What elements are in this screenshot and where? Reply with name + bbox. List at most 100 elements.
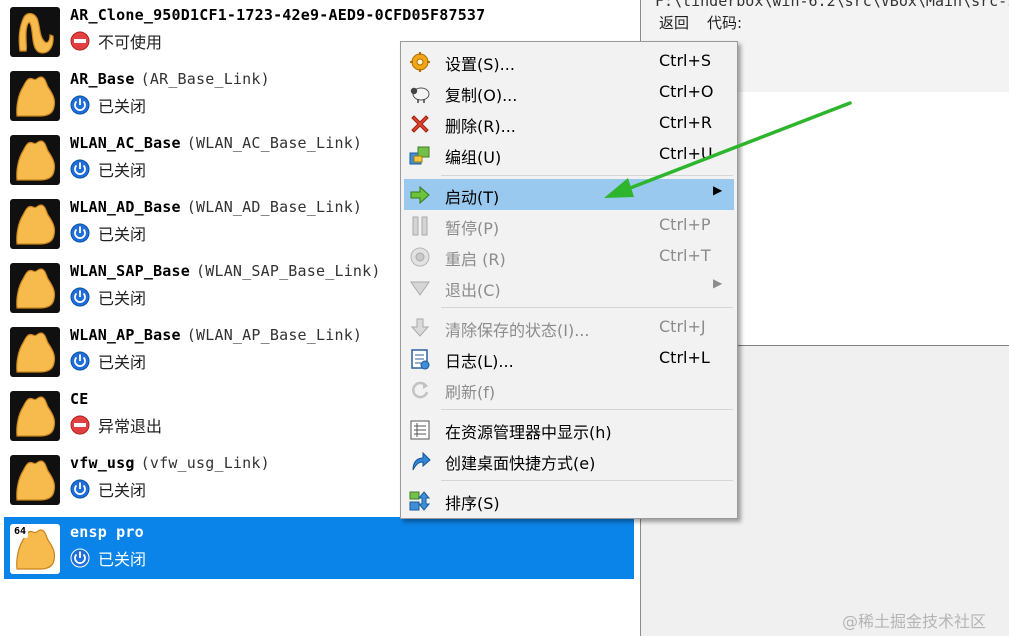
menu-item-label: 日志(L)... <box>445 352 514 371</box>
vm-status-text: 已关闭 <box>98 481 147 500</box>
vm-status-text: 已关闭 <box>98 97 147 116</box>
vm-name: WLAN_AP_Base <box>70 326 181 344</box>
group-icon <box>409 146 430 165</box>
menu-item-label: 清除保存的状态(I)... <box>445 321 590 340</box>
menu-item-shortcut: Ctrl+L <box>659 348 710 367</box>
error-details-row: 返回 代码: <box>659 12 760 33</box>
power-off-icon <box>70 223 90 243</box>
error-path-text: F:\tinderbox\win-6.2\src\VBox\Main\src-s <box>655 0 1009 10</box>
vm-status-text: 已关闭 <box>98 225 147 244</box>
vm-os-icon <box>10 135 60 185</box>
menu-item-label: 在资源管理器中显示(h) <box>445 423 612 442</box>
power-off-icon <box>70 287 90 307</box>
menu-item-start[interactable]: 启动(T) ▶ <box>404 179 734 210</box>
reset-icon <box>410 247 430 267</box>
vm-status-text: 不可使用 <box>98 33 163 52</box>
menu-separator <box>441 409 733 410</box>
menu-item-shortcut: Ctrl+O <box>659 82 714 101</box>
vm-link-name: (WLAN_AD_Base_Link) <box>186 198 363 216</box>
vm-name: CE <box>70 390 89 408</box>
vm-os-icon <box>10 391 60 441</box>
menu-item-settings[interactable]: 设置(S)... Ctrl+S <box>404 46 734 77</box>
code-label: 代码: <box>707 14 743 32</box>
menu-item-label: 排序(S) <box>445 494 500 513</box>
vm-link-name: (WLAN_AP_Base_Link) <box>186 326 363 344</box>
vm-link-name: (WLAN_SAP_Base_Link) <box>196 262 381 280</box>
menu-item-shortcut: Ctrl+R <box>659 113 712 132</box>
submenu-arrow-icon: ▶ <box>713 276 723 290</box>
vm-status-text: 已关闭 <box>98 550 147 569</box>
vm-status-text: 已关闭 <box>98 289 147 308</box>
vm-os-icon <box>10 7 60 57</box>
vm-list-item-selected[interactable]: 64 ensp pro 已关闭 <box>4 517 634 579</box>
menu-item-discard-state[interactable]: 清除保存的状态(I)... Ctrl+J <box>404 312 734 343</box>
vm-status-text: 异常退出 <box>98 417 163 436</box>
menu-item-sort[interactable]: 排序(S) <box>404 485 734 516</box>
vm-link-name: (vfw_usg_Link) <box>140 454 270 472</box>
menu-item-label: 设置(S)... <box>445 55 515 74</box>
menu-item-shortcut: Ctrl+S <box>659 51 712 70</box>
vm-os-icon <box>10 71 60 121</box>
menu-item-pause[interactable]: 暂停(P) Ctrl+P <box>404 210 734 241</box>
menu-item-shortcut: Ctrl+J <box>659 317 706 336</box>
log-icon <box>411 349 430 370</box>
watermark: @稀土掘金技术社区 <box>842 612 987 631</box>
sort-icon <box>409 491 431 511</box>
vm-name: WLAN_SAP_Base <box>70 262 190 280</box>
explorer-list-icon <box>410 420 430 440</box>
exit-down-icon <box>410 281 430 296</box>
vm-name: WLAN_AC_Base <box>70 134 181 152</box>
vm-name: ensp pro <box>70 523 144 541</box>
power-off-icon <box>70 159 90 179</box>
menu-separator <box>441 307 733 308</box>
menu-item-exit[interactable]: 退出(C) ▶ <box>404 272 734 303</box>
menu-item-label: 重启 (R) <box>445 250 506 269</box>
delete-x-icon <box>411 115 429 133</box>
menu-item-logs[interactable]: 日志(L)... Ctrl+L <box>404 343 734 374</box>
vm-os-icon: 64 <box>10 524 60 574</box>
settings-gear-icon <box>410 52 430 72</box>
menu-item-label: 退出(C) <box>445 281 501 300</box>
refresh-icon <box>412 381 429 399</box>
menu-item-show-in-explorer[interactable]: 在资源管理器中显示(h) <box>404 414 734 445</box>
power-off-icon <box>70 479 90 499</box>
menu-item-shortcut: Ctrl+T <box>659 246 711 265</box>
error-status-icon <box>70 31 90 51</box>
menu-item-label: 刷新(f) <box>445 383 496 402</box>
error-status-icon <box>70 415 90 435</box>
vm-os-icon <box>10 263 60 313</box>
context-menu: 设置(S)... Ctrl+S 复制(O)... Ctrl+O 删除(R)...… <box>400 41 738 519</box>
menu-item-label: 创建桌面快捷方式(e) <box>445 454 596 473</box>
menu-item-shortcut: Ctrl+U <box>659 144 713 163</box>
return-label: 返回 <box>659 14 690 32</box>
menu-item-create-shortcut[interactable]: 创建桌面快捷方式(e) <box>404 445 734 476</box>
vm-name: AR_Base <box>70 70 135 88</box>
vm-name: AR_Clone_950D1CF1-1723-42e9-AED9-0CFD05F… <box>70 6 486 24</box>
menu-item-clone[interactable]: 复制(O)... Ctrl+O <box>404 77 734 108</box>
pause-icon <box>412 216 428 236</box>
vm-os-icon <box>10 327 60 377</box>
power-off-icon <box>70 95 90 115</box>
vm-link-name: (AR_Base_Link) <box>140 70 270 88</box>
vm-status-text: 已关闭 <box>98 161 147 180</box>
menu-item-label: 删除(R)... <box>445 117 516 136</box>
vm-status-text: 已关闭 <box>98 353 147 372</box>
menu-item-label: 暂停(P) <box>445 219 500 238</box>
discard-state-icon <box>410 318 430 337</box>
menu-separator <box>441 480 733 481</box>
menu-item-group[interactable]: 编组(U) Ctrl+U <box>404 139 734 170</box>
menu-item-reset[interactable]: 重启 (R) Ctrl+T <box>404 241 734 272</box>
vm-os-icon <box>10 199 60 249</box>
menu-item-delete[interactable]: 删除(R)... Ctrl+R <box>404 108 734 139</box>
menu-item-refresh[interactable]: 刷新(f) <box>404 374 734 405</box>
start-arrow-icon <box>410 185 430 205</box>
clone-sheep-icon <box>410 87 430 103</box>
shortcut-arrow-icon <box>412 451 431 471</box>
power-off-icon <box>70 548 90 568</box>
vm-os-icon <box>10 455 60 505</box>
vm-name: WLAN_AD_Base <box>70 198 181 216</box>
power-off-icon <box>70 351 90 371</box>
menu-item-label: 编组(U) <box>445 148 502 167</box>
menu-separator <box>441 175 733 176</box>
submenu-arrow-icon: ▶ <box>713 183 723 197</box>
